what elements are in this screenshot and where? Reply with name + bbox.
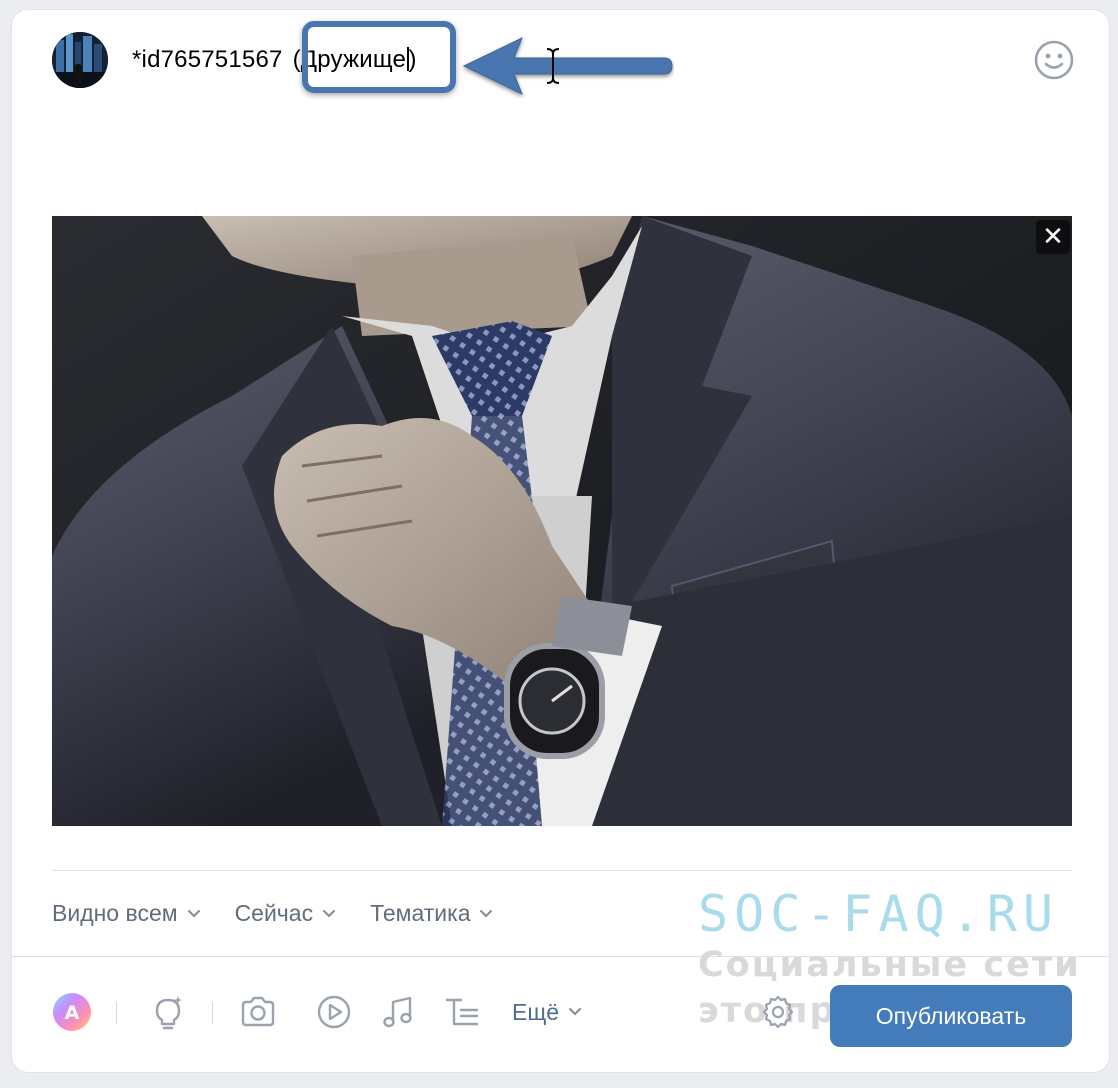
emoji-icon[interactable] bbox=[1032, 38, 1076, 82]
text-color-icon: A bbox=[53, 993, 91, 1031]
text-format-icon bbox=[445, 998, 479, 1026]
chevron-down-icon bbox=[480, 909, 493, 917]
topic-label: Тематика bbox=[370, 900, 471, 926]
video-button[interactable] bbox=[314, 990, 354, 1034]
camera-icon bbox=[241, 996, 275, 1027]
topic-dropdown[interactable]: Тематика bbox=[370, 900, 493, 927]
text-cursor-icon bbox=[546, 48, 560, 84]
settings-icon bbox=[762, 995, 794, 1029]
settings-button[interactable] bbox=[758, 990, 798, 1034]
attached-photo bbox=[52, 216, 1072, 826]
watermark-title: SOC-FAQ.RU bbox=[698, 885, 1060, 943]
divider bbox=[12, 956, 1109, 957]
chevron-down-icon bbox=[569, 1008, 582, 1016]
visibility-dropdown[interactable]: Видно всем bbox=[52, 900, 201, 927]
toolbar-separator bbox=[116, 1002, 117, 1024]
svg-text:A: A bbox=[65, 1002, 80, 1024]
post-options-row: Видно всем Сейчас Тематика bbox=[52, 900, 493, 927]
more-label: Ещё bbox=[512, 998, 560, 1025]
more-dropdown[interactable]: Ещё bbox=[512, 990, 602, 1034]
post-composer-card: *id765751567 (Дружище) ✕ Видно всем Сейч… bbox=[12, 10, 1109, 1072]
idea-icon bbox=[155, 996, 182, 1030]
schedule-label: Сейчас bbox=[234, 900, 314, 926]
music-button[interactable] bbox=[378, 990, 418, 1034]
toolbar-separator bbox=[212, 1002, 213, 1024]
chevron-down-icon bbox=[187, 909, 200, 917]
schedule-dropdown[interactable]: Сейчас bbox=[235, 900, 337, 927]
music-icon bbox=[383, 996, 412, 1028]
annotation-arrow-icon bbox=[462, 36, 673, 96]
mention-id: *id765751567 bbox=[132, 46, 283, 73]
remove-photo-button[interactable]: ✕ bbox=[1036, 220, 1070, 254]
divider bbox=[52, 870, 1072, 871]
text-color-button[interactable]: A bbox=[52, 990, 92, 1034]
publish-button[interactable]: Опубликовать bbox=[830, 985, 1072, 1047]
photo-button[interactable] bbox=[238, 990, 278, 1034]
annotation-highlight-box bbox=[302, 21, 456, 93]
idea-button[interactable] bbox=[148, 990, 188, 1034]
text-format-button[interactable] bbox=[442, 990, 482, 1034]
visibility-label: Видно всем bbox=[52, 900, 178, 926]
chevron-down-icon bbox=[323, 909, 336, 917]
video-icon bbox=[317, 995, 351, 1029]
avatar bbox=[52, 32, 108, 88]
